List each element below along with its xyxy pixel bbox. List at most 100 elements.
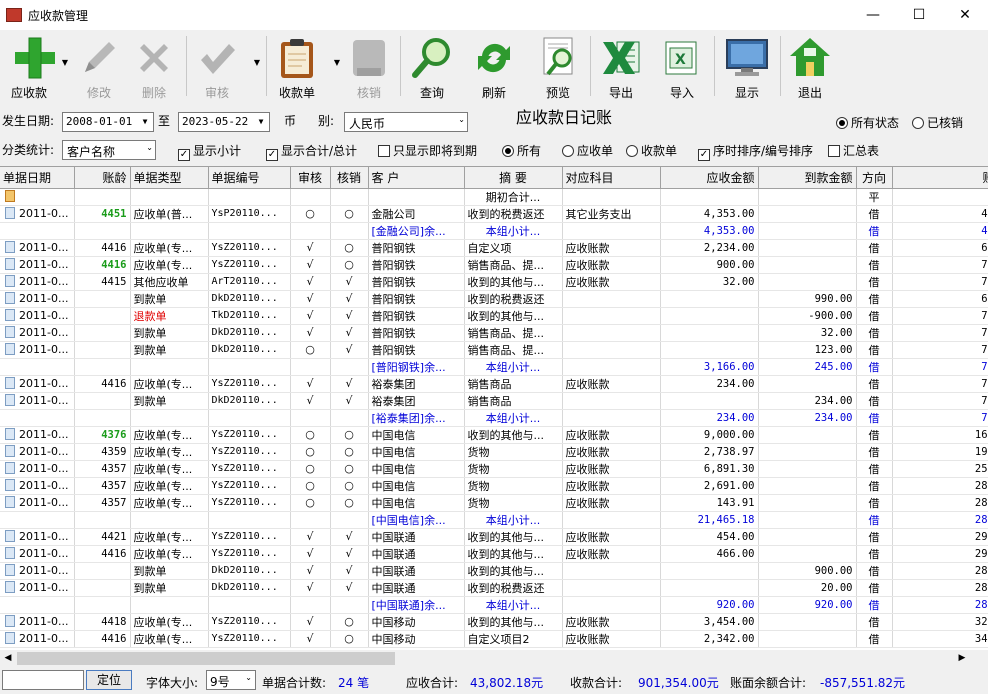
subtotal-row[interactable]: [中国联通]余...本组小计...920.00920.00借28,73 bbox=[0, 596, 988, 614]
cell-subject: 应收账款 bbox=[562, 613, 661, 631]
column-header-direction[interactable]: 方向 bbox=[856, 167, 893, 189]
receipt-button[interactable]: 收款单 ▼ bbox=[270, 32, 340, 100]
status-bar: 定位 字体大小: 9号 ⌄ 单据合计数: 24 笔 应收合计: 43,802.1… bbox=[0, 668, 988, 694]
table-row[interactable]: 2011-0... 4416 应收单(专... YsZ20110... √ √ 中国联通 收到… bbox=[0, 545, 988, 563]
table-row[interactable]: 2011-0... 4376 应收单(专... YsZ20110... ○ ○ 中国电信 收到… bbox=[0, 426, 988, 444]
table-row[interactable]: 2011-0... 4416 应收单(专... YsZ20110... √ ○ 普阳钢铁 自定… bbox=[0, 239, 988, 257]
sort-checkbox[interactable]: ✓ 序时排序/编号排序 bbox=[698, 142, 813, 161]
cell-balance: 7,27 bbox=[892, 392, 988, 410]
table-row[interactable]: 2011-0... 退款单 TkD20110... √ √ 普阳钢铁 收到的其他与... -9… bbox=[0, 307, 988, 325]
subtotal-row[interactable]: [裕泰集团]余...本组小计...234.00234.00借7,27 bbox=[0, 409, 988, 427]
table-row[interactable]: 2011-0... 4416 应收单(专... YsZ20110... √ √ 裕泰集团 销售… bbox=[0, 375, 988, 393]
cell-direction: 借 bbox=[856, 222, 893, 240]
column-header-summary[interactable]: 摘 要 bbox=[464, 167, 563, 189]
minimize-button[interactable]: — bbox=[850, 2, 896, 28]
column-header-age[interactable]: 账龄 bbox=[74, 167, 131, 189]
exit-button[interactable]: 退出 bbox=[782, 32, 838, 100]
table-row[interactable]: 2011-0... 到款单 DkD20110... √ √ 中国联通 收到的税费返还 20.0… bbox=[0, 579, 988, 597]
currency-select[interactable]: 人民币 ⌄ bbox=[344, 112, 468, 132]
column-header-receivable[interactable]: 应收金额 bbox=[660, 167, 759, 189]
table-row[interactable]: 2011-0... 4357 应收单(专... YsZ20110... ○ ○ 中国电信 货物… bbox=[0, 477, 988, 495]
chevron-down-icon[interactable]: ▼ bbox=[254, 58, 260, 67]
column-header-type[interactable]: 单据类型 bbox=[130, 167, 209, 189]
chevron-down-icon[interactable]: ▼ bbox=[62, 58, 68, 67]
preview-button[interactable]: 预览 bbox=[530, 32, 586, 100]
column-header-writeoff[interactable]: 核销 bbox=[330, 167, 369, 189]
type-receipt-radio[interactable]: 收款单 bbox=[626, 142, 677, 159]
date-to-field[interactable]: 2023-05-22 ▼ bbox=[178, 112, 270, 132]
type-all-radio[interactable]: 所有 bbox=[502, 142, 541, 159]
date-text: 2011-0... bbox=[19, 479, 69, 492]
to-label: 至 bbox=[158, 114, 171, 128]
cell-age: 4359 bbox=[74, 443, 131, 461]
edit-button[interactable]: 修改 bbox=[72, 32, 126, 100]
table-row[interactable]: 2011-0... 4418 应收单(专... YsZ20110... √ ○ 中国移动 收到… bbox=[0, 613, 988, 631]
table-row[interactable]: 2011-0... 4357 应收单(专... YsZ20110... ○ ○ 中国电信 货物… bbox=[0, 460, 988, 478]
subtotal-row[interactable]: [金融公司]余...本组小计... 4,353.00 借4,35 bbox=[0, 222, 988, 240]
audit-button[interactable]: 审核 ▼ bbox=[190, 32, 260, 100]
locate-input[interactable] bbox=[2, 670, 84, 690]
table-row[interactable]: 2011-0... 到款单 DkD20110... √ √ 裕泰集团 销售商品 234.00 借… bbox=[0, 392, 988, 410]
opening-row[interactable]: 期初合计... 平 bbox=[0, 188, 988, 206]
maximize-button[interactable]: ☐ bbox=[896, 2, 942, 28]
chevron-down-icon[interactable]: ▼ bbox=[254, 114, 268, 130]
table-row[interactable]: 2011-0... 4451 应收单(普... YsP20110... ○ ○ 金融公司 收到… bbox=[0, 205, 988, 223]
show-total-checkbox[interactable]: ✓ 显示合计/总计 bbox=[266, 142, 357, 161]
cell-date: 2011-0... bbox=[0, 494, 75, 512]
table-row[interactable]: 2011-0... 到款单 DkD20110... √ √ 普阳钢铁 销售商品、提... 32… bbox=[0, 324, 988, 342]
column-header-balance[interactable]: 账面 bbox=[892, 167, 988, 189]
column-header-customer[interactable]: 客 户 bbox=[368, 167, 465, 189]
table-row[interactable]: 2011-0... 4416 应收单(专... YsZ20110... √ ○ 普阳钢铁 销售… bbox=[0, 256, 988, 274]
status-done-radio[interactable]: 已核销 bbox=[912, 114, 963, 131]
table-row[interactable]: 2011-0... 4359 应收单(专... YsZ20110... ○ ○ 中国电信 货物… bbox=[0, 443, 988, 461]
table-row[interactable]: 2011-0... 4415 其他应收单 ArT20110... √ √ 普阳钢铁 收到的其他… bbox=[0, 273, 988, 291]
subtotal-row[interactable]: [普阳钢铁]余...本组小计... 3,166.00245.00借7,27 bbox=[0, 358, 988, 376]
category-select[interactable]: 客户名称 ⌄ bbox=[62, 140, 156, 160]
column-header-date[interactable]: 单据日期 bbox=[0, 167, 75, 189]
cell-direction: 借 bbox=[856, 426, 893, 444]
currency-label-2: 别: bbox=[318, 114, 335, 128]
delete-button[interactable]: 删除 bbox=[128, 32, 180, 100]
summary-checkbox[interactable]: 汇总表 bbox=[828, 142, 879, 159]
close-button[interactable]: ✕ bbox=[942, 2, 988, 28]
chevron-down-icon[interactable]: ▼ bbox=[138, 114, 152, 130]
column-header-audit[interactable]: 审核 bbox=[290, 167, 331, 189]
show-due-checkbox[interactable]: 只显示即将到期 bbox=[378, 142, 477, 159]
table-row[interactable]: 2011-0... 4416 应收单(专... YsZ20110... √ ○ 中国移动 自定… bbox=[0, 630, 988, 648]
refresh-button[interactable]: 刷新 bbox=[466, 32, 522, 100]
export-button[interactable]: 导出 bbox=[594, 32, 648, 100]
table-row[interactable]: 2011-0... 到款单 DkD20110... ○ √ 普阳钢铁 销售商品、提... 12… bbox=[0, 341, 988, 359]
chevron-down-icon[interactable]: ▼ bbox=[334, 58, 340, 67]
cell-summary: 自定义项 bbox=[464, 239, 563, 257]
scroll-left-icon[interactable]: ◀ bbox=[0, 651, 16, 666]
font-size-select[interactable]: 9号 ⌄ bbox=[206, 670, 256, 690]
type-receivable-radio[interactable]: 应收单 bbox=[562, 142, 613, 159]
table-row[interactable]: 2011-0... 到款单 DkD20110... √ √ 普阳钢铁 收到的税费返还 990.… bbox=[0, 290, 988, 308]
table-row[interactable]: 2011-0... 4357 应收单(专... YsZ20110... ○ ○ 中国电信 货物… bbox=[0, 494, 988, 512]
receivable-button[interactable]: 应收款 ▼ bbox=[2, 32, 68, 100]
show-subtotal-checkbox[interactable]: ✓ 显示小计 bbox=[178, 142, 241, 161]
date-text: 2011-0... bbox=[19, 343, 69, 356]
column-header-number[interactable]: 单据编号 bbox=[208, 167, 291, 189]
ledger-grid[interactable]: 单据日期 账龄 单据类型 单据编号 审核 核销 客 户 摘 要 对应科目 应收金… bbox=[0, 166, 988, 650]
locate-button[interactable]: 定位 bbox=[86, 670, 132, 690]
query-button[interactable]: 查询 bbox=[404, 32, 460, 100]
writeoff-button[interactable]: 核销 bbox=[342, 32, 396, 100]
table-row[interactable]: 2011-0... 到款单 DkD20110... √ √ 中国联通 收到的其他与... 90… bbox=[0, 562, 988, 580]
column-header-subject[interactable]: 对应科目 bbox=[562, 167, 661, 189]
date-from-field[interactable]: 2008-01-01 ▼ bbox=[62, 112, 154, 132]
status-all-radio[interactable]: 所有状态 bbox=[836, 114, 899, 131]
cell-customer bbox=[368, 188, 465, 206]
table-row[interactable]: 2011-0... 4421 应收单(专... YsZ20110... √ √ 中国联通 收到… bbox=[0, 528, 988, 546]
column-header-received[interactable]: 到款金额 bbox=[758, 167, 857, 189]
subtotal-row[interactable]: [中国电信]余...本组小计... 21,465.18 借28,73 bbox=[0, 511, 988, 529]
horizontal-scrollbar[interactable]: ◀ ▶ bbox=[0, 650, 988, 667]
x-delete-icon bbox=[140, 44, 168, 72]
scroll-right-icon[interactable]: ▶ bbox=[954, 651, 970, 666]
display-button[interactable]: 显示 bbox=[718, 32, 776, 100]
cell-type bbox=[130, 222, 209, 240]
cell-received bbox=[758, 256, 857, 274]
cell-summary: 收到的税费返还 bbox=[464, 290, 563, 308]
scroll-thumb[interactable] bbox=[17, 652, 395, 665]
import-button[interactable]: X 导入 bbox=[654, 32, 710, 100]
